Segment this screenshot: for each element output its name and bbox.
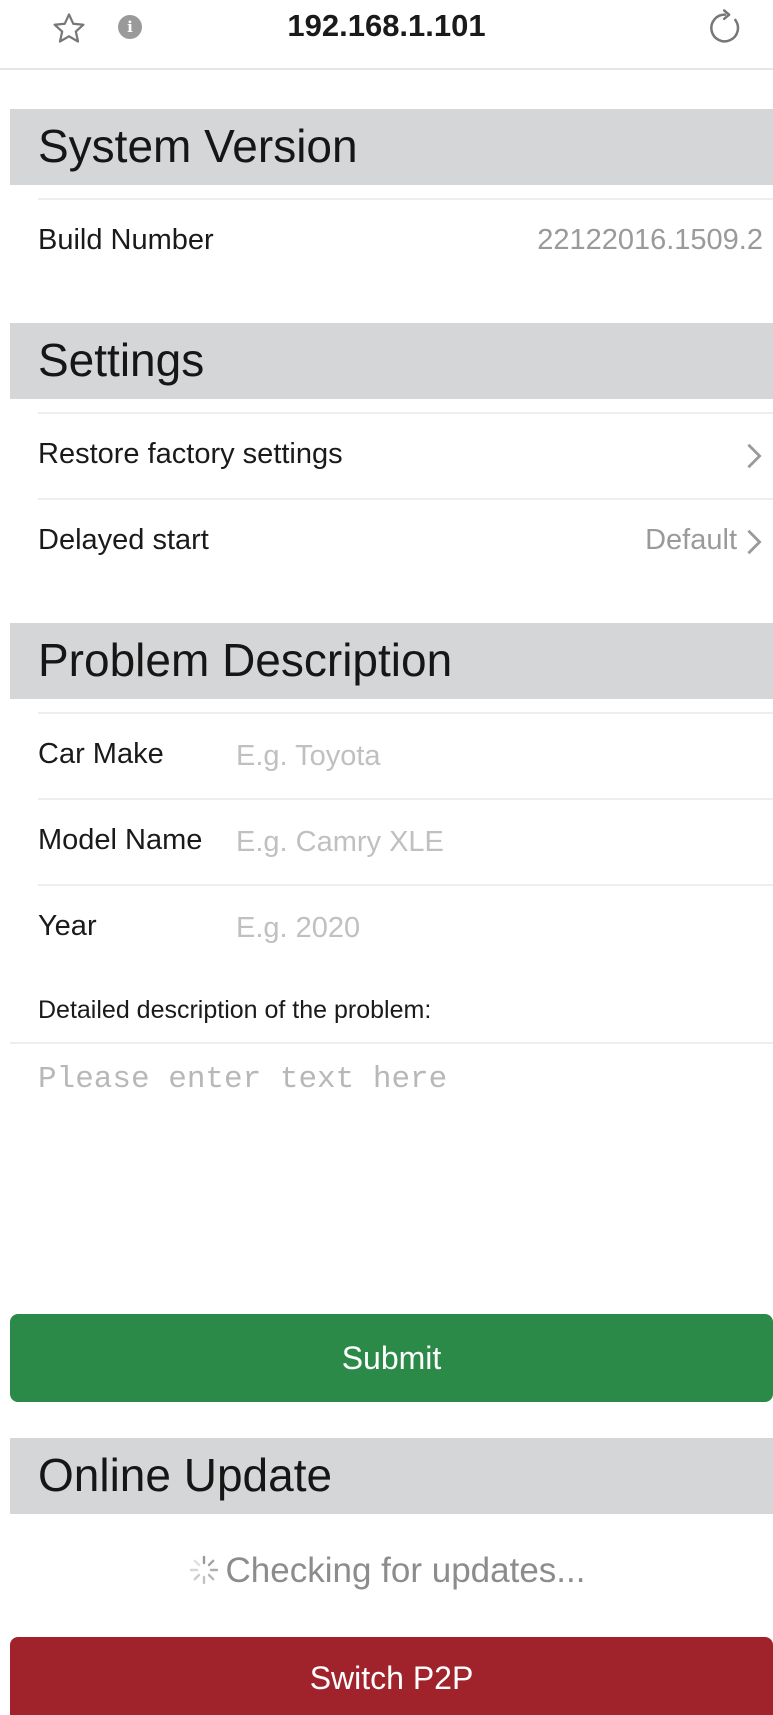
- chevron-right-icon: [747, 529, 762, 555]
- section-header-online-update: Online Update: [10, 1438, 773, 1514]
- restore-factory-settings-row[interactable]: Restore factory settings: [38, 412, 773, 498]
- update-status: Checking for updates...: [0, 1551, 773, 1591]
- model-name-label: Model Name: [38, 824, 203, 856]
- build-number-value: 22122016.1509.2: [537, 224, 763, 256]
- model-name-row: Model Name: [38, 798, 773, 884]
- switch-p2p-button[interactable]: Switch P2P: [10, 1637, 773, 1715]
- car-make-row: Car Make: [38, 712, 773, 798]
- browser-url-bar: i 192.168.1.101: [0, 0, 773, 70]
- delayed-start-value: Default: [645, 524, 737, 556]
- description-label: Detailed description of the problem:: [38, 996, 432, 1024]
- delayed-start-label: Delayed start: [38, 524, 209, 556]
- submit-button[interactable]: Submit: [10, 1314, 773, 1402]
- section-title: System Version: [38, 120, 358, 172]
- chevron-right-icon: [747, 443, 762, 469]
- loading-spinner-icon: [189, 1555, 218, 1585]
- build-number-row: Build Number 22122016.1509.2: [38, 198, 773, 284]
- section-title: Settings: [38, 334, 205, 386]
- delayed-start-row[interactable]: Delayed start Default: [38, 498, 773, 584]
- reload-icon[interactable]: [705, 8, 745, 48]
- section-header-settings: Settings: [10, 323, 773, 399]
- year-row: Year: [38, 884, 773, 970]
- year-label: Year: [38, 910, 97, 942]
- model-name-input[interactable]: [236, 814, 756, 870]
- build-number-label: Build Number: [38, 224, 214, 256]
- car-make-label: Car Make: [38, 738, 164, 770]
- update-status-text: Checking for updates...: [225, 1551, 586, 1590]
- section-title: Online Update: [38, 1449, 333, 1501]
- section-header-problem-description: Problem Description: [10, 623, 773, 699]
- year-input[interactable]: [236, 900, 756, 956]
- car-make-input[interactable]: [236, 728, 756, 784]
- description-area: [10, 1042, 773, 1302]
- restore-factory-settings-label: Restore factory settings: [38, 438, 343, 470]
- url-address[interactable]: 192.168.1.101: [0, 8, 773, 44]
- section-header-system-version: System Version: [10, 109, 773, 185]
- description-textarea[interactable]: [38, 1062, 758, 1282]
- section-title: Problem Description: [38, 634, 453, 686]
